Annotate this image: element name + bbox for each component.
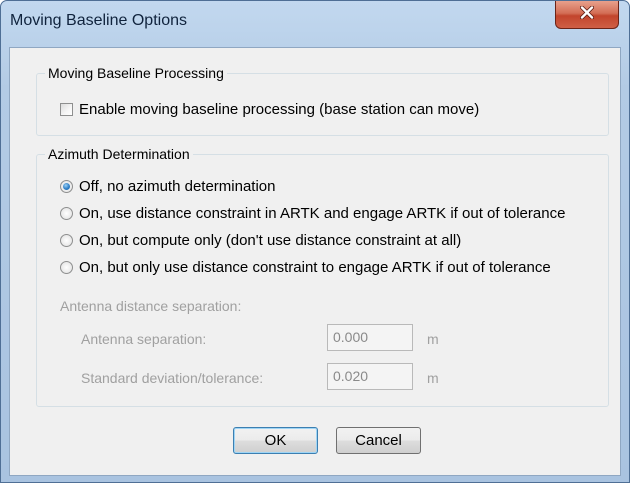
azimuth-option-label: On, but only use distance constraint to … xyxy=(79,259,551,276)
azimuth-option-label: On, use distance constraint in ARTK and … xyxy=(79,205,566,222)
std-deviation-field[interactable]: 0.020 xyxy=(327,363,413,390)
azimuth-option-label: Off, no azimuth determination xyxy=(79,178,276,195)
azimuth-option-off[interactable]: Off, no azimuth determination xyxy=(60,178,276,195)
cancel-button[interactable]: Cancel xyxy=(336,427,421,454)
azimuth-option-compute-only[interactable]: On, but compute only (don't use distance… xyxy=(60,232,461,249)
antenna-separation-unit: m xyxy=(427,331,439,347)
azimuth-determination-group: Azimuth Determination Off, no azimuth de… xyxy=(36,146,609,407)
std-deviation-unit: m xyxy=(427,370,439,386)
ok-button[interactable]: OK xyxy=(233,427,318,454)
radio-button[interactable] xyxy=(60,234,73,247)
antenna-separation-label: Antenna separation: xyxy=(81,331,207,347)
dialog-client-area: Moving Baseline Processing Enable moving… xyxy=(9,47,621,476)
moving-baseline-group-label: Moving Baseline Processing xyxy=(45,65,227,81)
azimuth-group-label: Azimuth Determination xyxy=(45,146,193,162)
close-icon xyxy=(580,5,594,24)
antenna-distance-heading: Antenna distance separation: xyxy=(60,298,242,314)
title-bar[interactable]: Moving Baseline Options xyxy=(1,1,629,47)
radio-button[interactable] xyxy=(60,207,73,220)
azimuth-option-engage-artk[interactable]: On, but only use distance constraint to … xyxy=(60,259,551,276)
azimuth-option-label: On, but compute only (don't use distance… xyxy=(79,232,462,249)
std-deviation-label: Standard deviation/tolerance: xyxy=(81,370,264,386)
radio-button-selected[interactable] xyxy=(60,180,73,193)
moving-baseline-group: Moving Baseline Processing Enable moving… xyxy=(36,65,609,136)
antenna-separation-field[interactable]: 0.000 xyxy=(327,324,413,351)
close-button[interactable] xyxy=(555,1,619,29)
azimuth-option-distance-constraint[interactable]: On, use distance constraint in ARTK and … xyxy=(60,205,565,222)
window-title: Moving Baseline Options xyxy=(10,12,187,29)
checkbox-box[interactable] xyxy=(60,103,73,116)
radio-button[interactable] xyxy=(60,261,73,274)
dialog-window: Moving Baseline Options Moving Baseline … xyxy=(0,0,630,483)
enable-moving-baseline-checkbox[interactable]: Enable moving baseline processing (base … xyxy=(60,101,479,118)
enable-moving-baseline-label: Enable moving baseline processing (base … xyxy=(79,101,480,118)
